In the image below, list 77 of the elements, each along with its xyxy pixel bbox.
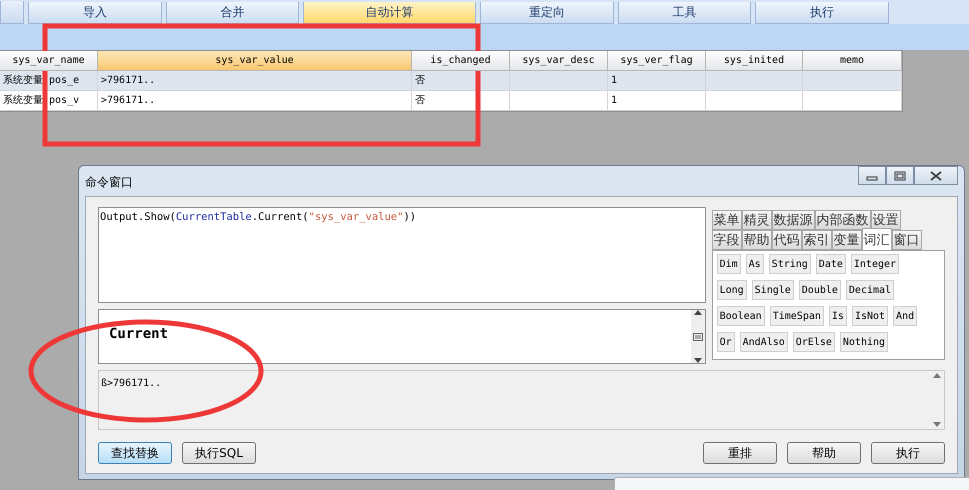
keyword-button[interactable]: Is xyxy=(828,306,847,326)
dialog-button[interactable]: 帮助 xyxy=(787,442,861,464)
maximize-button[interactable] xyxy=(886,166,914,185)
window-title: 命令窗口 xyxy=(85,174,133,191)
keyword-button[interactable]: OrElse xyxy=(792,332,835,352)
table-cell: 1 xyxy=(608,91,706,111)
column-header[interactable]: sys_inited xyxy=(706,51,803,71)
tab[interactable]: 索引 xyxy=(802,230,832,250)
down-arrow-icon[interactable] xyxy=(694,358,702,363)
column-header[interactable]: sys_var_desc xyxy=(510,51,608,71)
close-icon xyxy=(929,170,943,180)
table-cell: 否 xyxy=(412,71,510,91)
keyword-button[interactable]: Integer xyxy=(850,254,900,274)
tab[interactable]: 数据源 xyxy=(772,210,815,230)
tab[interactable]: 设置 xyxy=(870,210,901,230)
keyword-button[interactable]: Long xyxy=(716,280,747,300)
toolbar-button[interactable]: 重定向 xyxy=(480,2,614,24)
table-row[interactable]: 系统变量 pos_e >796171.. 否 1 xyxy=(0,71,902,91)
keyword-button[interactable]: Date xyxy=(816,254,846,274)
dialog-button[interactable]: 重排 xyxy=(703,442,777,464)
dialog-button[interactable]: 查找替换 xyxy=(98,442,172,464)
toolbar-button[interactable]: 合并 xyxy=(166,2,300,24)
column-header[interactable]: is_changed xyxy=(412,51,510,71)
tab[interactable]: 帮助 xyxy=(742,230,772,250)
tab[interactable]: 词汇 xyxy=(862,228,892,250)
dialog-button[interactable]: 执行 xyxy=(871,442,945,464)
maximize-icon xyxy=(894,170,906,180)
column-header[interactable]: memo xyxy=(803,51,902,71)
output-text: ß>796171.. xyxy=(101,378,162,389)
table-cell: 系统变量 pos_e xyxy=(0,71,98,91)
keyword-button[interactable]: Or xyxy=(716,332,735,352)
close-button[interactable] xyxy=(914,166,958,185)
keyword-button[interactable]: String xyxy=(768,254,811,274)
grip-icon xyxy=(692,332,703,340)
tab[interactable]: 窗口 xyxy=(892,230,922,250)
toolbar-button[interactable]: 工具 xyxy=(618,2,752,24)
column-header[interactable]: sys_var_value xyxy=(98,51,412,71)
tab[interactable]: 变量 xyxy=(832,230,862,250)
tab[interactable]: 内部函数 xyxy=(814,210,871,230)
toolbar-button[interactable]: 自动计算 xyxy=(303,2,476,24)
tab[interactable]: 代码 xyxy=(772,230,802,250)
table-cell: >796171.. xyxy=(98,91,412,111)
tab[interactable]: 菜单 xyxy=(712,210,742,230)
up-arrow-icon[interactable] xyxy=(694,310,702,315)
keyword-button[interactable]: AndAlso xyxy=(740,332,788,352)
toolbar-button[interactable]: 导入 xyxy=(28,2,162,24)
down-arrow-icon[interactable] xyxy=(933,422,941,427)
keyword-button[interactable]: Decimal xyxy=(846,280,894,300)
table-cell: 系统变量 pos_v xyxy=(0,91,98,111)
scrollbar[interactable] xyxy=(931,373,943,427)
keyword-button[interactable]: Single xyxy=(752,280,794,300)
tab[interactable]: 字段 xyxy=(712,230,742,250)
minimize-button[interactable] xyxy=(858,166,886,185)
column-header[interactable]: sys_ver_flag xyxy=(608,51,706,71)
keyword-button[interactable]: TimeSpan xyxy=(770,306,824,326)
table-cell: 否 xyxy=(412,91,510,111)
column-header[interactable]: sys_var_name xyxy=(0,51,98,71)
toolbar-button[interactable]: 执行 xyxy=(755,2,890,24)
keyword-button[interactable]: As xyxy=(746,254,764,274)
code-line: Output.Show(CurrentTable.Current("sys_var_value")) xyxy=(100,211,416,223)
suggestion-item: Current xyxy=(109,326,168,342)
output-box[interactable]: ß>796171.. xyxy=(98,370,945,430)
up-arrow-icon[interactable] xyxy=(933,373,941,378)
keyword-button[interactable]: Dim xyxy=(716,254,741,274)
scrollbar[interactable] xyxy=(690,310,705,363)
keyword-button[interactable]: Boolean xyxy=(716,306,765,326)
dialog-button[interactable]: 执行SQL xyxy=(182,442,256,464)
keyword-button[interactable]: Nothing xyxy=(840,332,888,352)
keyword-button[interactable]: Double xyxy=(798,280,841,300)
code-editor[interactable]: Output.Show(CurrentTable.Current("sys_var_value")) xyxy=(98,207,706,303)
keyword-button[interactable]: And xyxy=(893,306,918,326)
tab[interactable]: 精灵 xyxy=(742,210,772,230)
table-cell: 1 xyxy=(608,71,706,91)
keyword-button[interactable]: IsNot xyxy=(852,306,888,326)
suggestion-list[interactable]: Current xyxy=(98,309,706,364)
table-cell: >796171.. xyxy=(98,71,412,91)
table-row[interactable]: 系统变量 pos_v >796171.. 否 1 xyxy=(0,91,902,111)
